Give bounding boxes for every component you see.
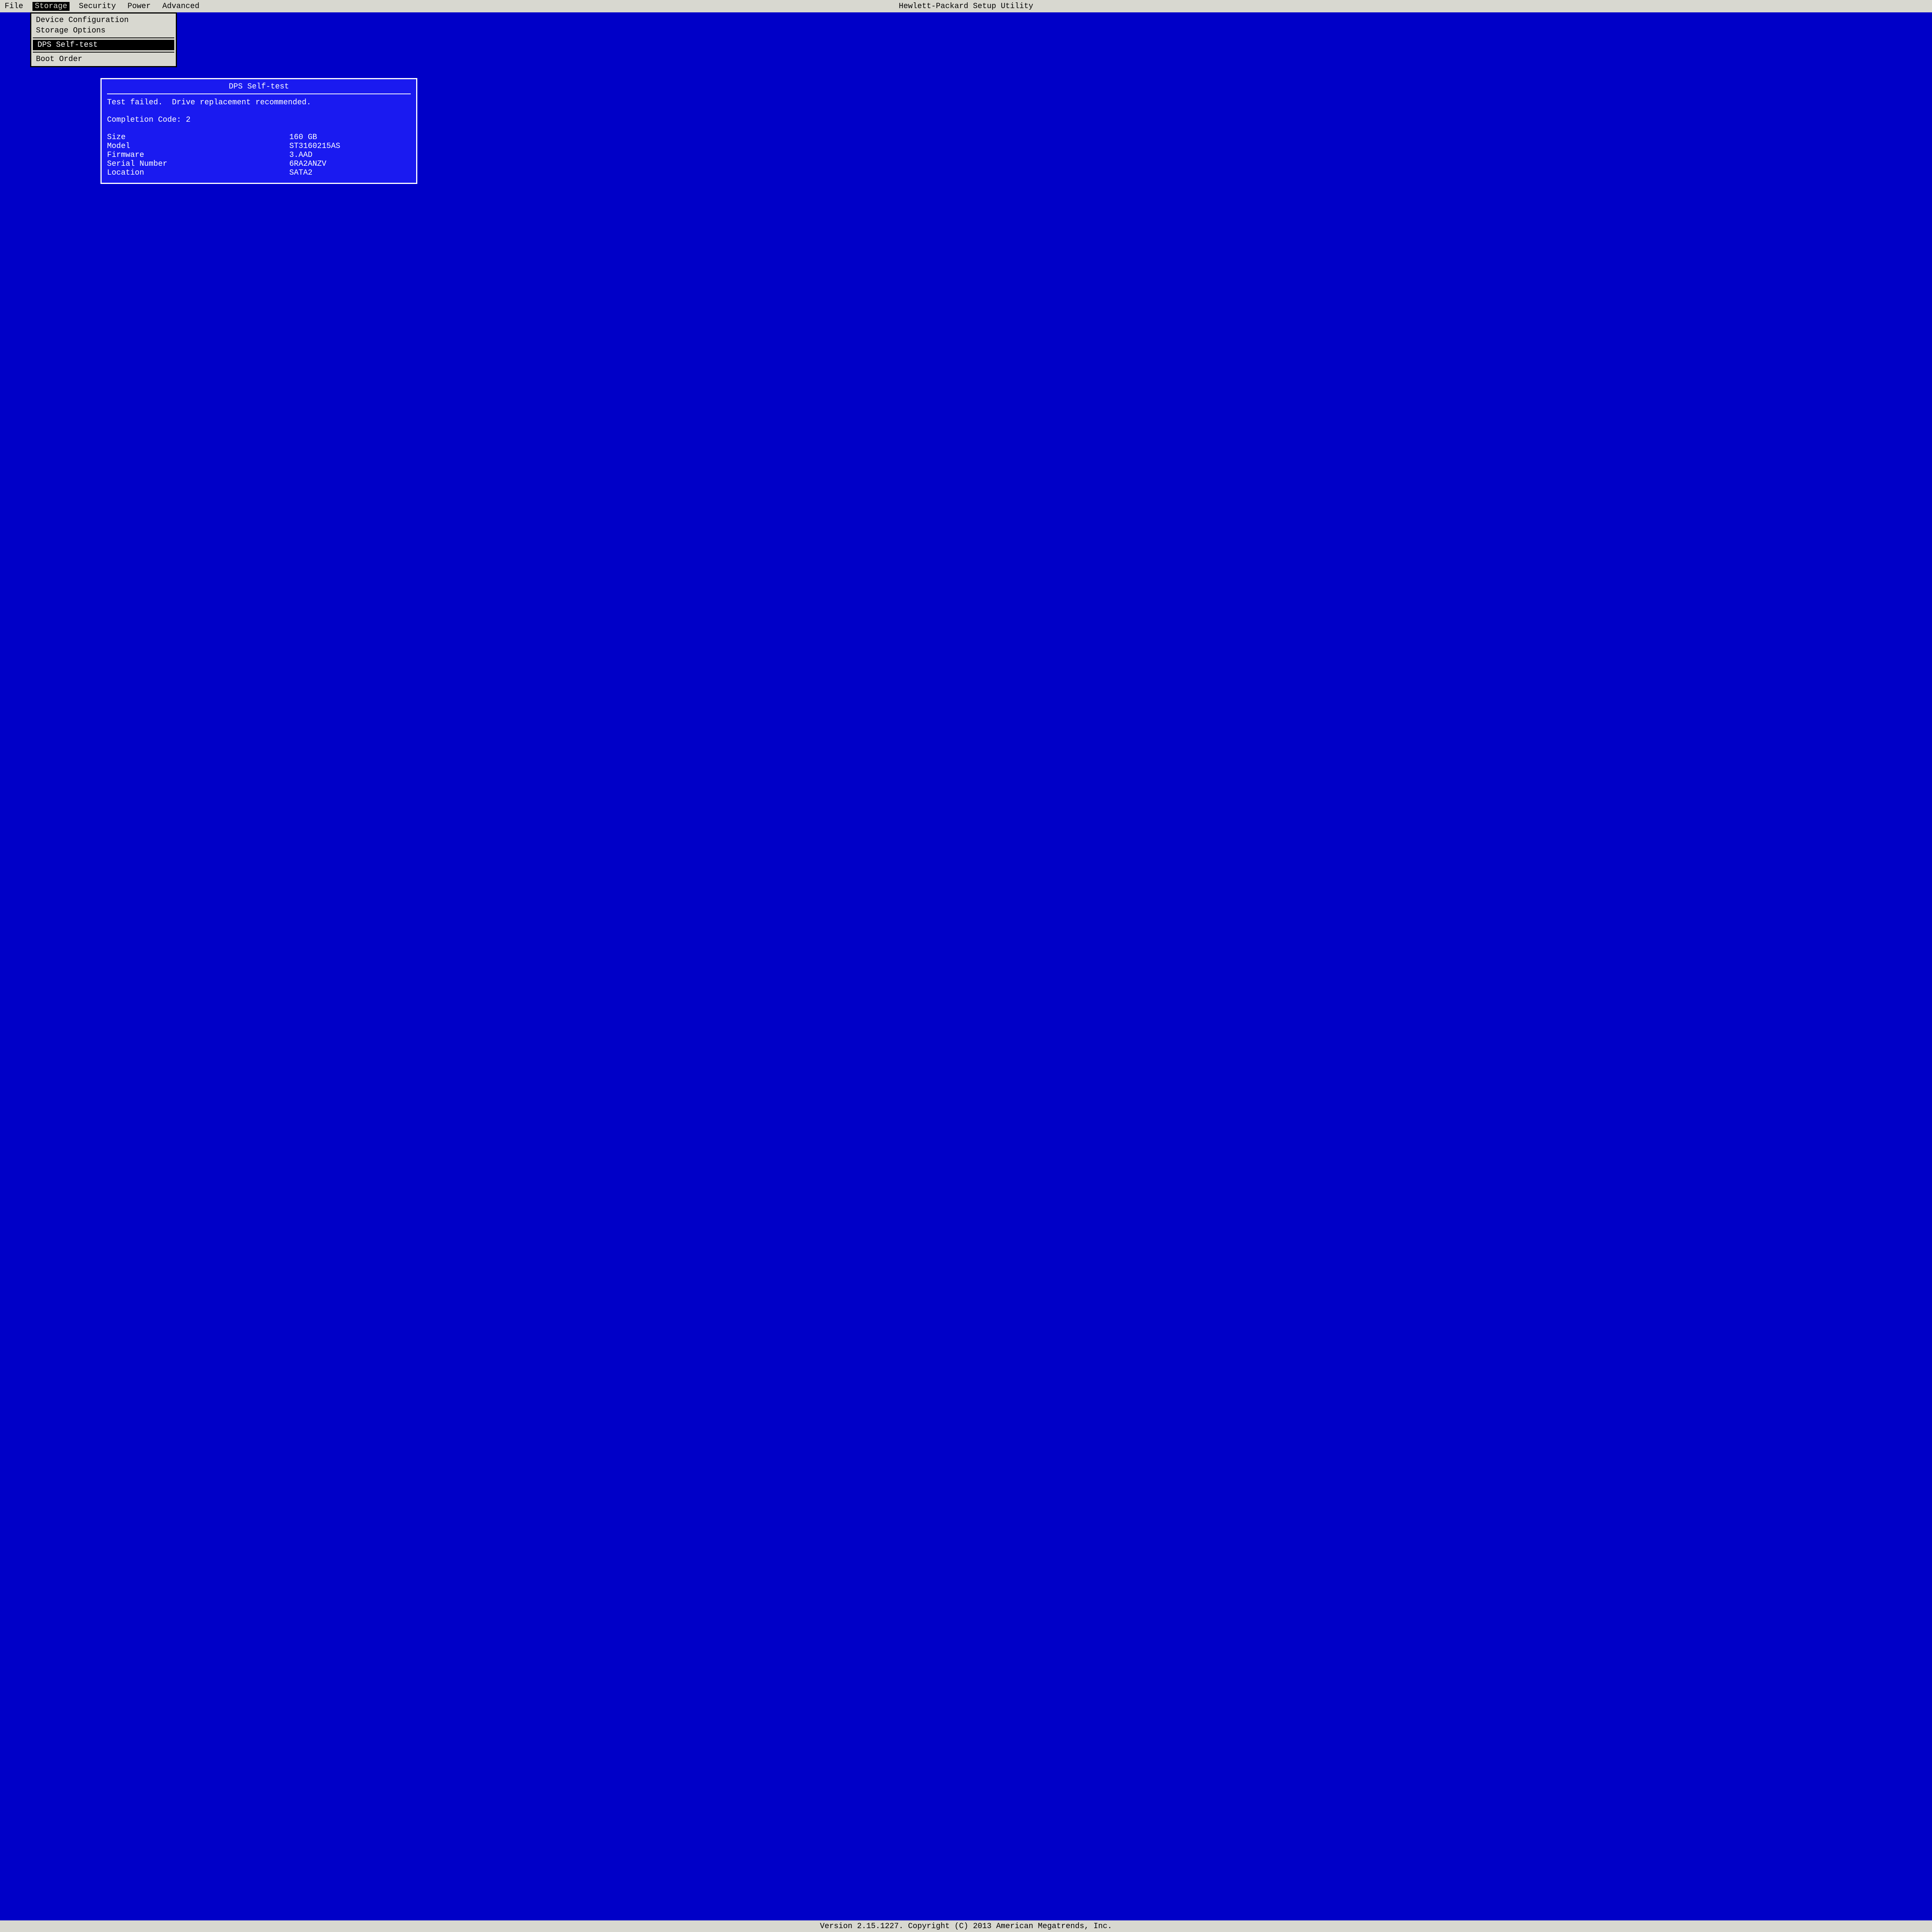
dropdown-boot-order[interactable]: Boot Order: [31, 54, 176, 65]
row-serial: Serial Number 6RA2ANZV: [107, 160, 411, 168]
dropdown-storage-options[interactable]: Storage Options: [31, 26, 176, 36]
main-area: Device Configuration Storage Options DPS…: [0, 12, 1932, 1920]
dialog-body: Test failed. Drive replacement recommend…: [107, 98, 411, 177]
dropdown-separator: [33, 37, 174, 38]
completion-code: Completion Code: 2: [107, 116, 411, 124]
dps-dialog: DPS Self-test Test failed. Drive replace…: [100, 78, 417, 184]
dropdown-separator: [33, 52, 174, 53]
menu-items: File Storage Security Power Advanced: [2, 2, 202, 11]
dialog-title: DPS Self-test: [107, 82, 411, 94]
footer-text: Version 2.15.1227. Copyright (C) 2013 Am…: [820, 1922, 1112, 1931]
value-serial: 6RA2ANZV: [289, 160, 411, 168]
menu-advanced[interactable]: Advanced: [160, 2, 202, 11]
label-model: Model: [107, 142, 274, 151]
menubar: Hewlett-Packard Setup Utility File Stora…: [0, 0, 1932, 12]
dropdown-device-configuration[interactable]: Device Configuration: [31, 15, 176, 26]
footer: Version 2.15.1227. Copyright (C) 2013 Am…: [0, 1920, 1932, 1932]
row-size: Size 160 GB: [107, 133, 411, 142]
row-model: Model ST3160215AS: [107, 142, 411, 151]
value-location: SATA2: [289, 168, 411, 177]
label-firmware: Firmware: [107, 151, 274, 160]
row-location: Location SATA2: [107, 168, 411, 177]
value-size: 160 GB: [289, 133, 411, 142]
value-firmware: 3.AAD: [289, 151, 411, 160]
menu-file[interactable]: File: [2, 2, 26, 11]
menu-storage[interactable]: Storage: [32, 2, 70, 11]
label-serial: Serial Number: [107, 160, 274, 168]
dropdown-dps-self-test[interactable]: DPS Self-test: [33, 40, 174, 50]
bios-screen: Hewlett-Packard Setup Utility File Stora…: [0, 0, 1932, 1932]
value-model: ST3160215AS: [289, 142, 411, 151]
label-location: Location: [107, 168, 274, 177]
row-firmware: Firmware 3.AAD: [107, 151, 411, 160]
menu-security[interactable]: Security: [77, 2, 118, 11]
menu-power[interactable]: Power: [125, 2, 153, 11]
storage-dropdown: Device Configuration Storage Options DPS…: [30, 12, 177, 67]
dialog-message: Test failed. Drive replacement recommend…: [107, 98, 411, 107]
label-size: Size: [107, 133, 274, 142]
setup-title: Hewlett-Packard Setup Utility: [0, 2, 1932, 11]
